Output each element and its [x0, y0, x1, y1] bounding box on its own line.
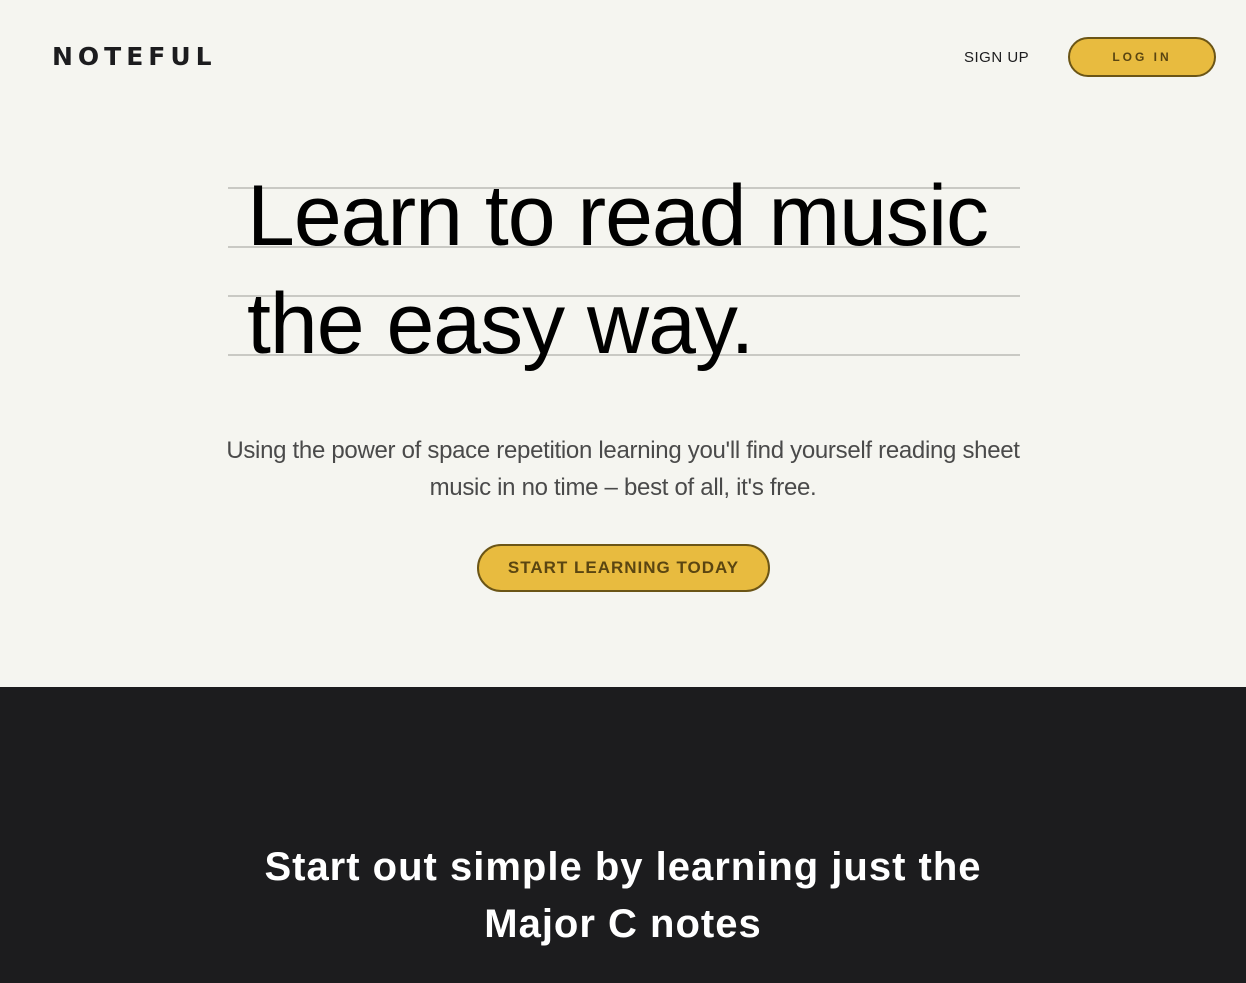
site-header: NOTEFUL SIGN UP LOG IN — [0, 0, 1246, 115]
headline-line-2: the easy way. — [247, 276, 754, 372]
headline-line-1: Learn to read music — [247, 168, 989, 264]
logo[interactable]: NOTEFUL — [52, 42, 217, 72]
log-in-button[interactable]: LOG IN — [1068, 37, 1216, 77]
landing-page: NOTEFUL SIGN UP LOG IN Learn to read mus… — [0, 0, 1246, 983]
features-section: Start out simple by learning just the Ma… — [0, 687, 1246, 983]
start-learning-button[interactable]: START LEARNING TODAY — [477, 544, 770, 592]
sign-up-link[interactable]: SIGN UP — [964, 48, 1029, 68]
hero-subtitle: Using the power of space repetition lear… — [226, 437, 1020, 501]
section-title: Start out simple by learning just the Ma… — [264, 845, 982, 946]
